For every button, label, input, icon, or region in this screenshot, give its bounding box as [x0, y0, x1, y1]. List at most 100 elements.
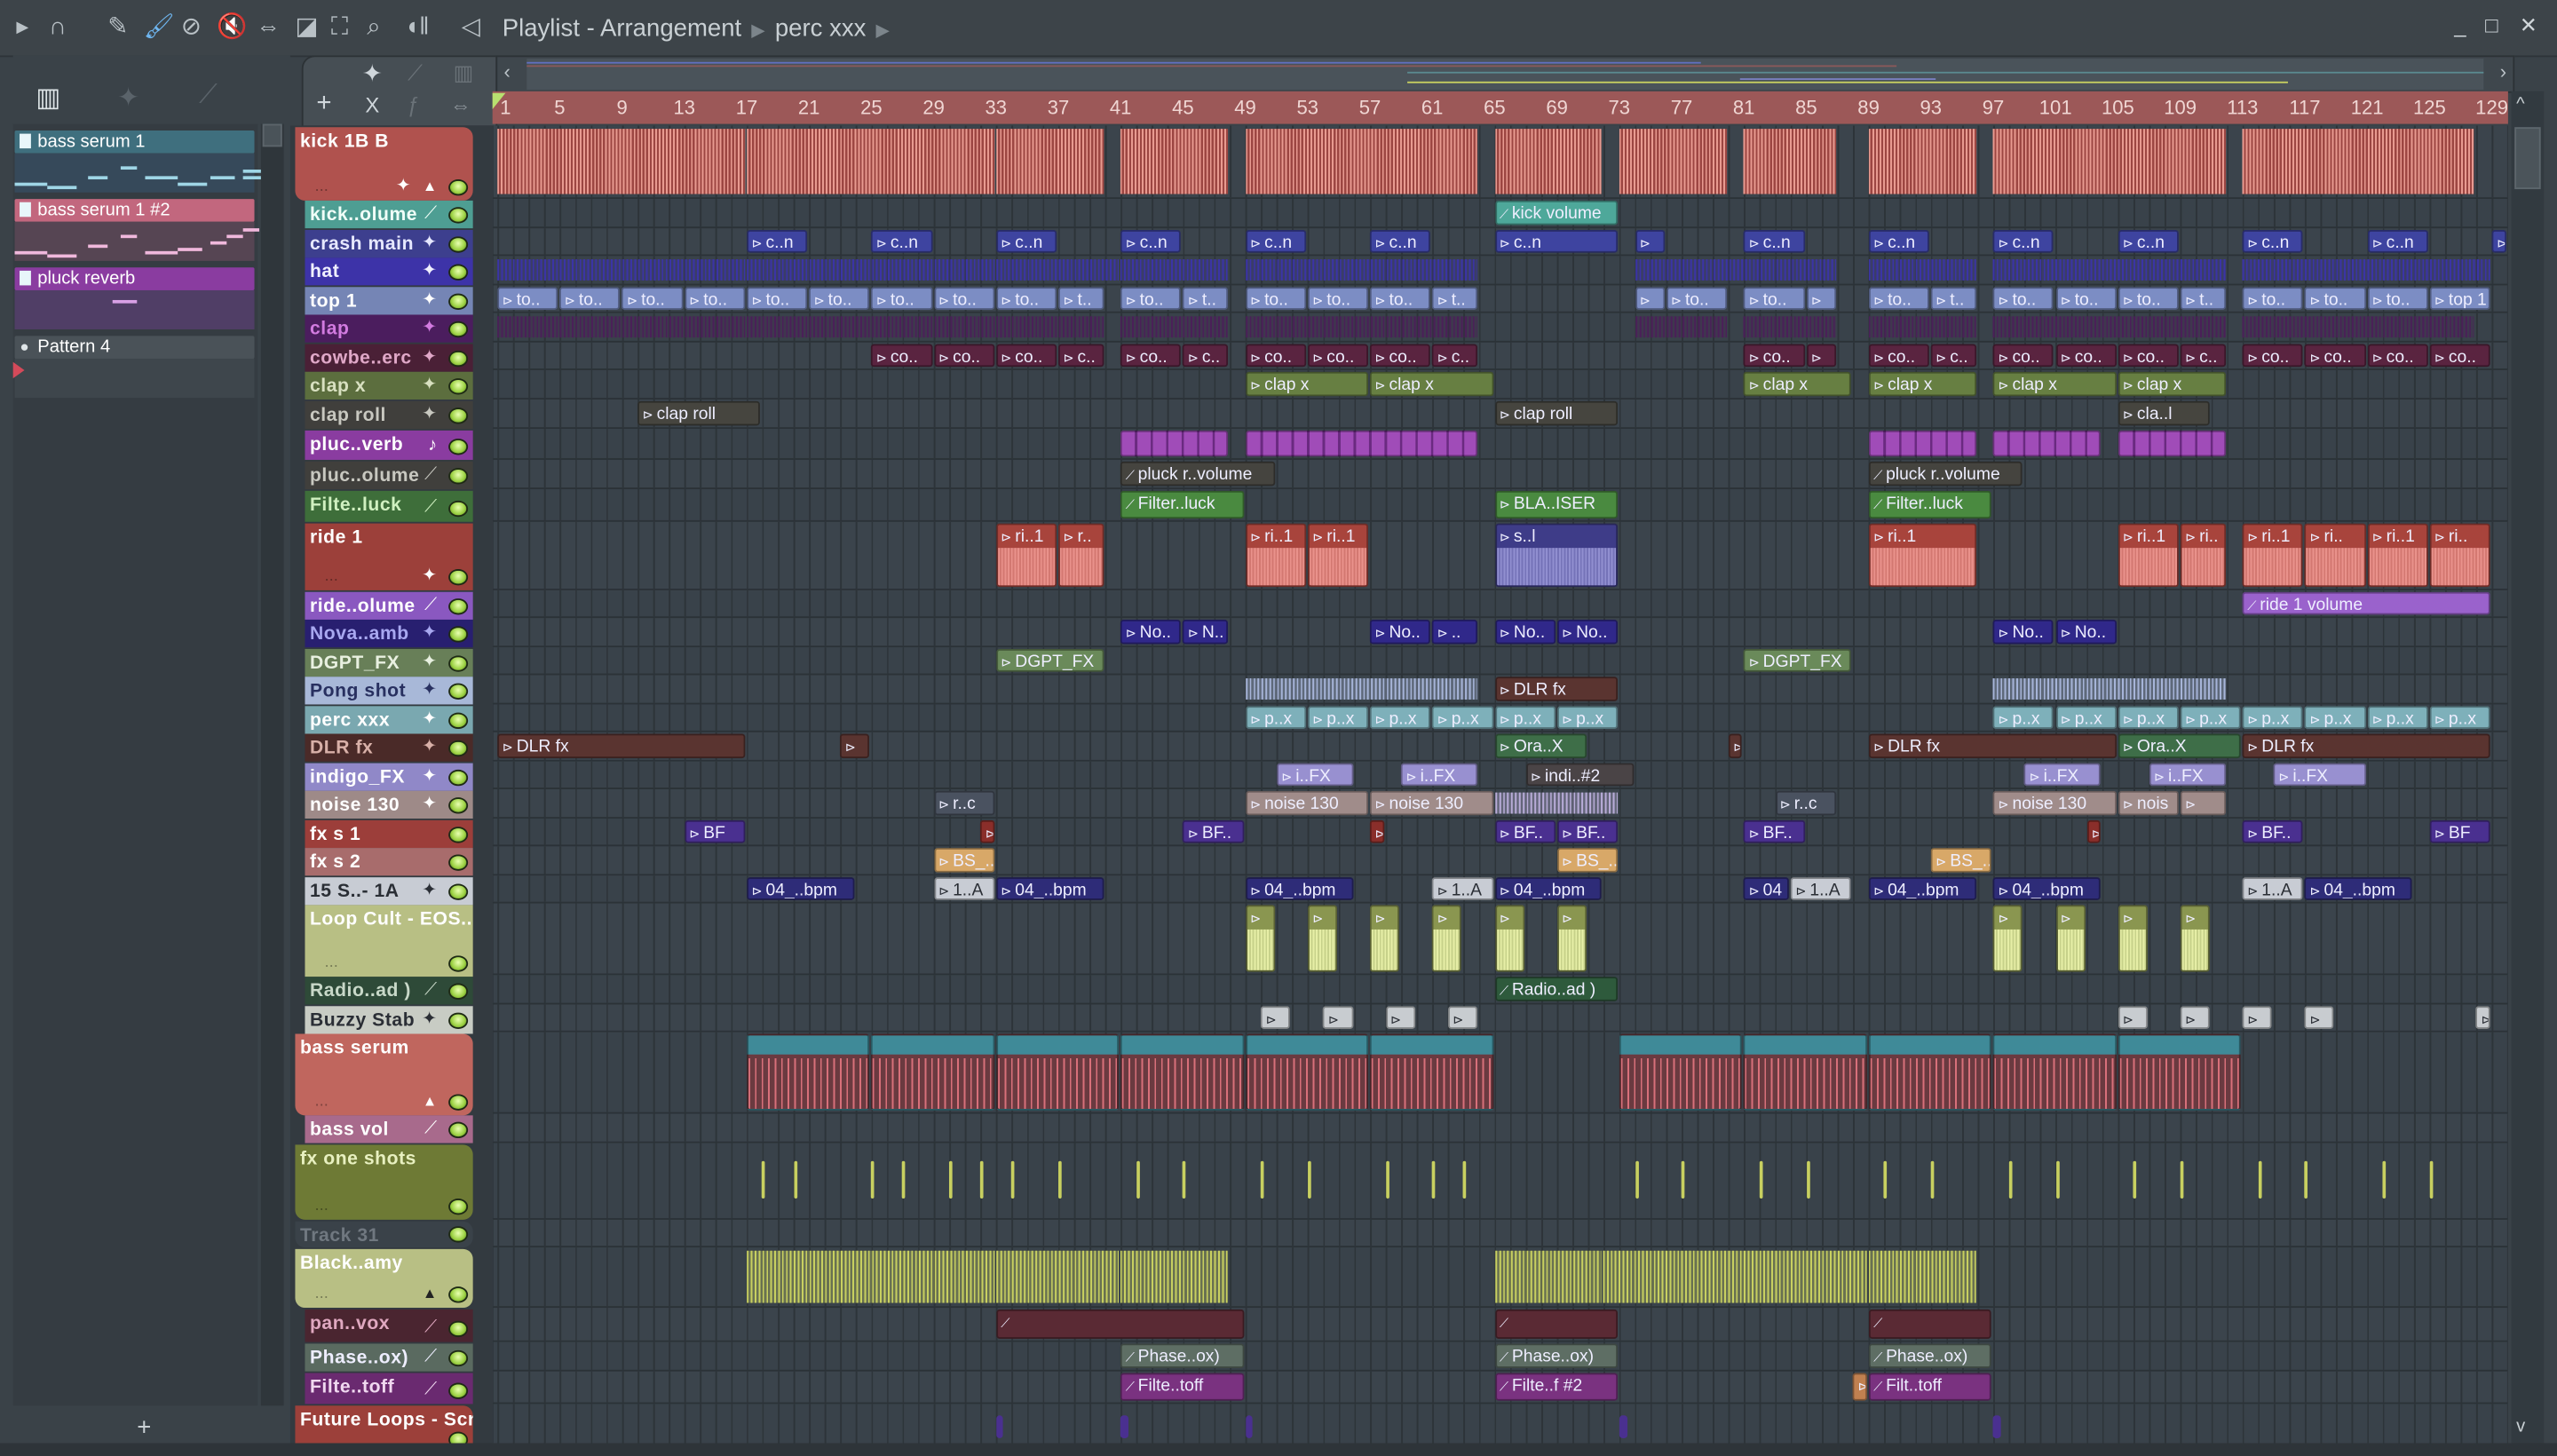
pattern-clip[interactable]	[1992, 129, 2226, 194]
track-name[interactable]: Pong shot	[310, 682, 406, 701]
bar-number[interactable]: 33	[986, 96, 1008, 119]
audio-clip[interactable]: ⊳ to..	[2304, 286, 2366, 310]
audio-clip[interactable]	[2133, 1160, 2137, 1199]
pattern-clip[interactable]	[1744, 1033, 1867, 1111]
audio-clip[interactable]: ⊳ r..c	[933, 790, 994, 815]
audio-clip[interactable]: ⊳ p..x	[2242, 705, 2304, 730]
audio-clip[interactable]: ⊳ to..	[1369, 286, 1431, 310]
audio-clip[interactable]: ⊳	[2304, 1005, 2335, 1029]
audio-clip[interactable]: ⊳ p..x	[1494, 705, 1556, 730]
pattern-clip[interactable]	[1120, 316, 1229, 337]
automation-clip[interactable]: ⟋ Filter..luck	[1868, 489, 1992, 518]
track-mute-led[interactable]	[448, 626, 469, 643]
track-name[interactable]: fx one shots	[300, 1149, 416, 1168]
pattern-clip[interactable]	[497, 316, 746, 337]
audio-clip[interactable]: ⊳ No..	[1494, 619, 1556, 644]
collapse-triangle-icon[interactable]: ▲	[423, 1282, 437, 1305]
audio-clip[interactable]: ⊳ to..	[1744, 286, 1805, 310]
audio-clip[interactable]: ⊳	[2491, 229, 2506, 253]
track-name[interactable]: perc xxx	[310, 710, 390, 730]
track-row[interactable]	[492, 125, 2508, 200]
slip-tool-icon[interactable]: ⇔	[256, 14, 281, 41]
audio-clip[interactable]: ⊳ BS_..	[933, 848, 994, 872]
track-name[interactable]: fx s 2	[310, 853, 360, 873]
audio-clip[interactable]: ⊳ nois	[2118, 790, 2179, 815]
audio-clip[interactable]: ⊳ t..	[1057, 286, 1104, 310]
audio-clip[interactable]: ⊳	[980, 819, 994, 843]
audio-clip[interactable]: ⊳	[2086, 819, 2101, 843]
automation-filter-icon[interactable]: ⟋	[408, 60, 423, 86]
track-name[interactable]: Future Loops - Scratch Anthology	[300, 1410, 473, 1429]
track-row[interactable]	[492, 1142, 2508, 1219]
audio-clip[interactable]: ⊳ 04_..bpm	[1992, 876, 2101, 900]
audio-clip[interactable]: ⊳ DLR fx	[497, 733, 746, 758]
audio-clip[interactable]: ⊳ p..x	[2367, 705, 2428, 730]
track-name[interactable]: ride..olume	[310, 596, 416, 615]
audio-tab-icon[interactable]: ✦	[117, 82, 139, 115]
track-mute-led[interactable]	[448, 408, 469, 424]
audio-clip[interactable]: ⊳	[2476, 1005, 2490, 1029]
pattern-clip[interactable]	[1992, 429, 2101, 456]
track-name[interactable]: hat	[310, 263, 339, 282]
track-mute-led[interactable]	[448, 1431, 469, 1444]
audio-clip[interactable]	[980, 1160, 984, 1199]
audio-clip[interactable]: ⊳ 04_..bpm	[1868, 876, 1976, 900]
pattern-clip[interactable]	[1603, 1249, 1867, 1302]
audio-clip[interactable]: ⊳	[1728, 733, 1743, 758]
audio-clip[interactable]: ⊳ c..n	[995, 229, 1057, 253]
audio-clip[interactable]: ⊳ ri..1	[2242, 522, 2304, 587]
audio-clip[interactable]: ⊳	[1806, 343, 1836, 368]
track-mute-led[interactable]	[448, 882, 469, 899]
bar-number[interactable]: 49	[1234, 96, 1256, 119]
audio-clip[interactable]: ⊳ r..c	[1775, 790, 1836, 815]
track-header[interactable]: 15 S..- 1A ✦	[305, 876, 473, 905]
audio-clip[interactable]: ⊳ p..x	[2429, 705, 2490, 730]
audio-clip[interactable]: ⊳ c..n	[1245, 229, 1306, 253]
audio-clip[interactable]: ⊳ p..x	[1245, 705, 1306, 730]
track-row[interactable]: ⟋ Filter..luck ⊳ BLA..ISER ⟋ Filter..luck	[492, 488, 2508, 521]
track-header[interactable]: Filte..toff ⟋	[305, 1372, 473, 1405]
pattern-clip[interactable]	[1635, 316, 1727, 337]
audio-clip[interactable]	[1136, 1160, 1140, 1199]
pencil-tool-icon[interactable]: ✎	[107, 14, 128, 41]
audio-clip[interactable]: ⊳ p..x	[1432, 705, 1493, 730]
pattern-clip[interactable]	[497, 259, 746, 280]
audio-clip[interactable]	[995, 1414, 1004, 1439]
audio-clip[interactable]: ⊳ clap roll	[637, 400, 761, 425]
track-row[interactable]: ⊳ clap roll ⊳ clap roll ⊳ cla..l	[492, 399, 2508, 429]
track-mute-led[interactable]	[448, 1226, 469, 1243]
audio-clip[interactable]: ⊳ indi..#2	[1525, 762, 1634, 787]
audio-clip[interactable]: ⊳ 04_..bpm	[746, 876, 854, 900]
audio-clip[interactable]	[2008, 1160, 2013, 1199]
track-name[interactable]: fx s 1	[310, 824, 360, 843]
audio-clip[interactable]	[1245, 1414, 1254, 1439]
pattern-clip[interactable]	[1369, 1033, 1493, 1111]
audio-clip[interactable]: ⊳ DLR fx	[1494, 677, 1618, 700]
audio-clip[interactable]: ⊳ r..	[1057, 522, 1104, 587]
track-mute-led[interactable]	[448, 500, 469, 518]
bar-number[interactable]: 121	[2351, 96, 2384, 119]
audio-clip[interactable]: ⊳ c..n	[1369, 229, 1431, 253]
audio-clip[interactable]: ⊳ co..	[1868, 343, 1929, 368]
track-mute-led[interactable]	[448, 797, 469, 814]
pattern-name[interactable]: bass serum 1	[14, 130, 255, 154]
track-header[interactable]: Filte..luck ⟋	[305, 489, 473, 522]
track-mute-led[interactable]	[448, 468, 469, 485]
track-row[interactable]: ⊳ DLR fx	[492, 675, 2508, 704]
audio-clip[interactable]	[1619, 1414, 1627, 1439]
audio-clip[interactable]: ⊳ p..x	[1307, 705, 1369, 730]
automation-clip[interactable]: ⟋ pluck r..volume	[1868, 460, 2023, 486]
bar-number[interactable]: 73	[1609, 96, 1631, 119]
track-header[interactable]: cowbe..erc ✦	[305, 343, 473, 371]
track-mute-led[interactable]	[448, 1382, 469, 1399]
audio-clips-filter-icon[interactable]: ✦	[362, 59, 383, 88]
audio-clip[interactable]: ⊳ clap x	[1868, 371, 1976, 396]
audio-clip[interactable]: ⊳ i..FX	[2273, 762, 2366, 787]
pattern-clip[interactable]	[1245, 1033, 1369, 1111]
track-row[interactable]: ⊳ BS_.. ⊳ BS_.. ⊳ BS_..	[492, 846, 2508, 875]
scroll-left-button[interactable]: ‹	[504, 60, 511, 83]
track-row[interactable]: ⊳BF⊳⊳BF..⊳⊳BF..⊳BF..⊳BF..⊳⊳BF..⊳BF	[492, 818, 2508, 847]
pattern-clip[interactable]	[995, 1249, 1120, 1302]
bar-number[interactable]: 129	[2475, 96, 2508, 119]
audio-clip[interactable]: ⊳ to..	[1666, 286, 1727, 310]
